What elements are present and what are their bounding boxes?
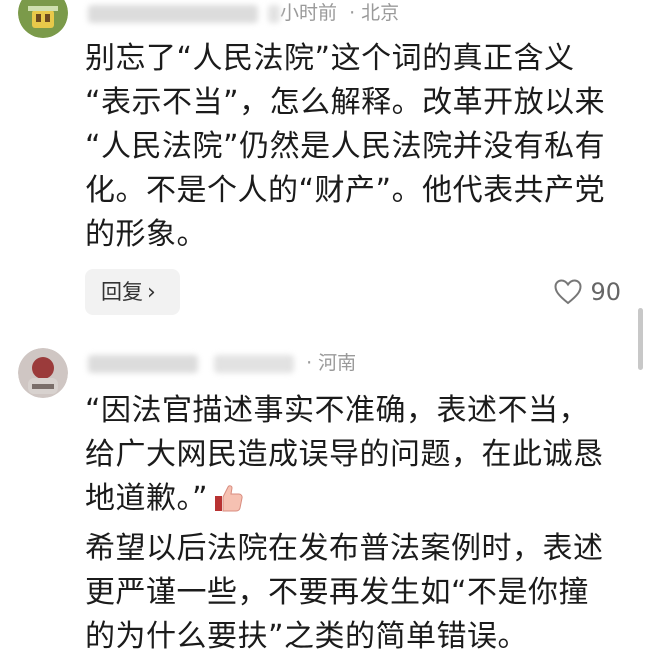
username[interactable] <box>88 354 198 373</box>
comment-meta: 小时前 · 北京 <box>88 0 399 26</box>
reply-button[interactable]: 回复 › <box>85 269 180 315</box>
comment-line: “表示不当”，怎么解释。改革开放以来 <box>85 85 606 120</box>
like-count: 90 <box>590 278 621 306</box>
avatar[interactable] <box>18 0 68 38</box>
time-blur <box>214 354 295 373</box>
meta-separator: · <box>349 2 356 24</box>
comment-item: 小时前 · 北京 别忘了“人民法院”这个词的真正含义 “表示不当”，怎么解释。改革… <box>0 0 653 330</box>
comment-line: 别忘了“人民法院”这个词的真正含义 <box>85 41 575 76</box>
thumbs-up-icon <box>212 482 244 527</box>
comment-meta: · 河南 <box>88 350 356 376</box>
comment-body: 别忘了“人民法院”这个词的真正含义 “表示不当”，怎么解释。改革开放以来 “人民… <box>85 37 630 257</box>
comment-line-with-emoji: 地道歉。” <box>85 477 630 527</box>
comment-line: 更严谨一些，不要再发生如“不是你撞 <box>85 575 590 610</box>
comment-line: 的形象。 <box>85 217 207 252</box>
username[interactable] <box>88 4 258 23</box>
comment-line: 给广大网民造成误导的问题，在此诚恳 <box>85 437 604 472</box>
reply-label: 回复 <box>101 280 143 304</box>
meta-separator: · <box>306 352 313 374</box>
comment-line: “因法官描述事实不准确，表述不当， <box>85 393 590 428</box>
time-blur <box>268 4 281 23</box>
comment-line: 地道歉。” <box>85 481 209 516</box>
comment-body: “因法官描述事实不准确，表述不当， 给广大网民造成误导的问题，在此诚恳 地道歉。… <box>85 389 630 659</box>
location: 北京 <box>361 2 400 24</box>
comment-line: 化。不是个人的“财产”。他代表共产党 <box>85 173 606 208</box>
comment-line: “人民法院”仍然是人民法院并没有私有 <box>85 129 606 164</box>
comment-line: 的为什么要扶”之类的简单错误。 <box>85 619 529 654</box>
avatar[interactable] <box>18 348 68 398</box>
timestamp: 小时前 <box>280 2 338 24</box>
comment-item: · 河南 “因法官描述事实不准确，表述不当， 给广大网民造成误导的问题，在此诚恳 … <box>0 340 653 663</box>
location: 河南 <box>318 352 357 374</box>
like-button[interactable]: 90 <box>554 277 621 307</box>
comment-line: 希望以后法院在发布普法案例时，表述 <box>85 531 604 566</box>
heart-icon <box>554 279 582 305</box>
chevron-right-icon: › <box>147 280 156 305</box>
